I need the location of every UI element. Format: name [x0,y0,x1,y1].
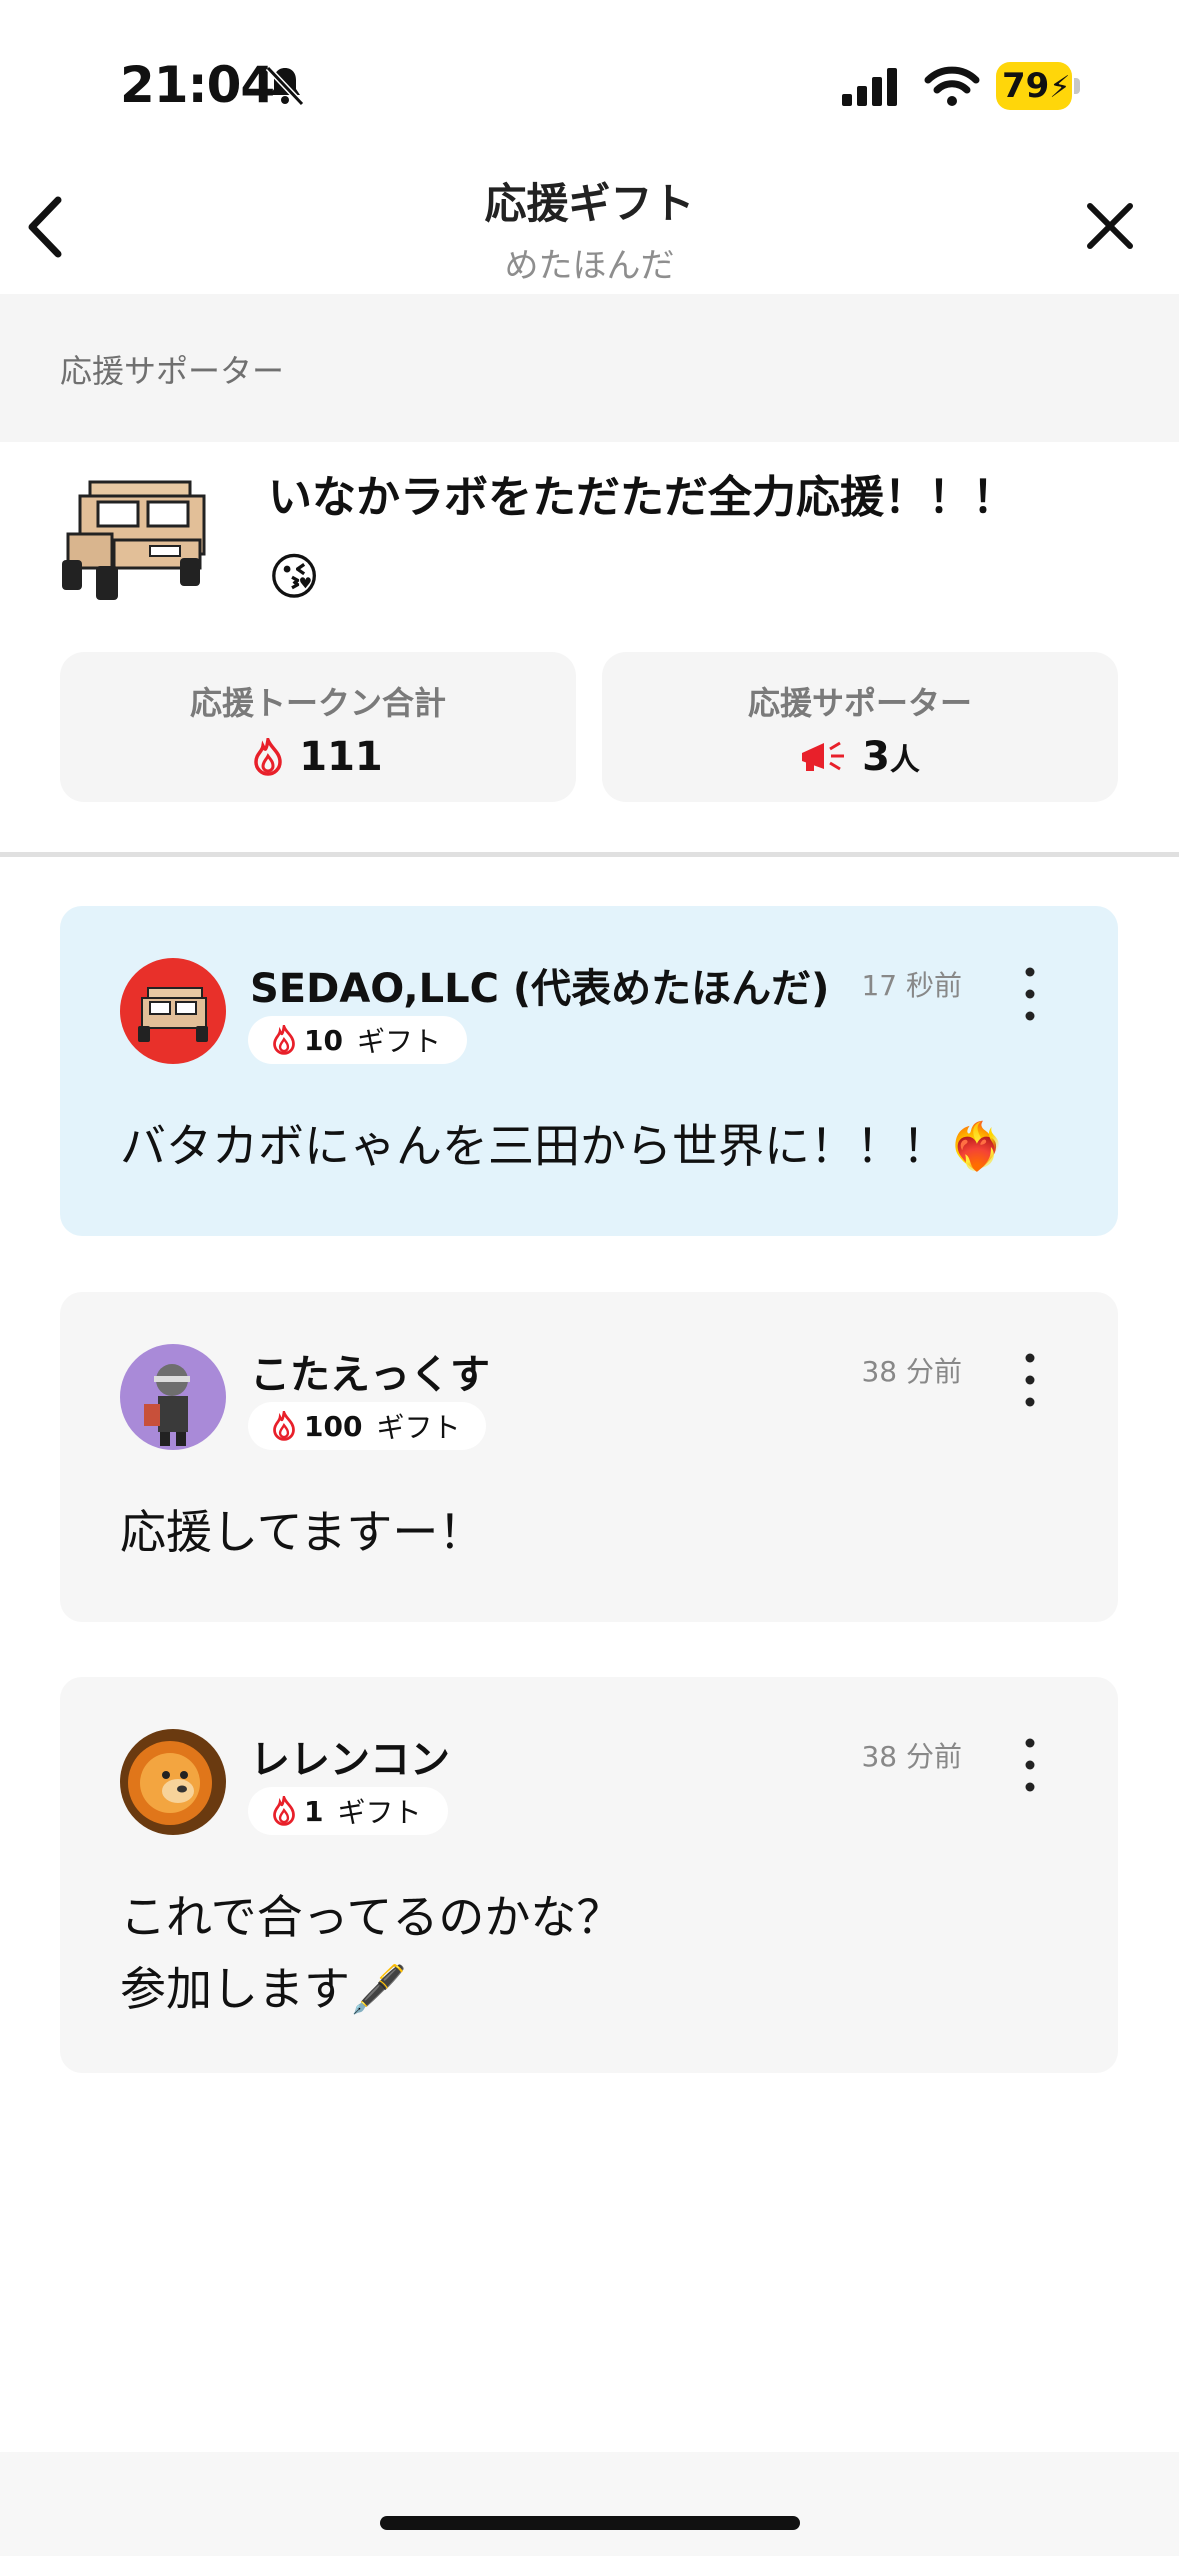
gift-badge: 100 ギフト [248,1402,487,1450]
more-icon[interactable] [1022,1735,1038,1795]
comment-time: 38 分前 [861,1740,962,1773]
lion-avatar[interactable] [120,1729,226,1835]
comment-time: 17 秒前 [861,969,962,1002]
comment-card: こたえっくす 38 分前 100 ギフト 応援してますー！ [60,1292,1118,1622]
stat-card-tokens: 応援トークン合計 111 [60,652,576,802]
close-icon[interactable] [1080,196,1140,256]
gift-label: ギフト [337,1796,422,1829]
commenter-name: レレンコン [250,1737,450,1783]
battery-level: 79 [1002,66,1050,106]
kiss-emoji: 😘 [268,548,321,606]
gift-count: 100 [304,1409,363,1443]
comment-time: 38 分前 [861,1355,962,1388]
comment-message: バタカボにゃんを三田から世界に！！！❤️‍🔥 [120,1119,1006,1173]
battery-indicator: 79⚡ [996,62,1080,110]
megaphone-icon [802,741,845,771]
flame-icon [273,1025,295,1055]
stat-value: 111 [299,734,383,780]
gift-badge: 10 ギフト [248,1016,467,1064]
divider [0,852,1179,857]
stat-label: 応援サポーター [747,684,972,722]
support-message: いなかラボをただただ全力応援！！！ [268,472,1016,523]
stat-label: 応援トークン合計 [189,684,446,722]
jeep-avatar[interactable] [120,958,226,1064]
wifi-icon [924,66,980,106]
gift-count: 10 [304,1023,343,1057]
page-subtitle: めたほんだ [504,246,675,286]
more-icon[interactable] [1022,964,1038,1024]
stat-unit: 人 [889,743,920,778]
bottom-safe-area [0,2452,1179,2556]
comment-message: これで合ってるのかな？ 参加します🖋️ [120,1890,623,2016]
page-title: 応援ギフト [484,179,695,228]
gift-label: ギフト [356,1025,441,1058]
signal-icon [842,68,897,106]
stat-value: 3 [862,734,890,780]
home-indicator[interactable] [380,2516,800,2530]
gift-label: ギフト [376,1411,461,1444]
jeep-image [62,480,206,600]
commenter-name: こたえっくす [250,1352,490,1398]
bell-off-icon [265,65,305,107]
flame-icon [273,1796,295,1826]
flame-icon [254,738,283,776]
comment-card: SEDAO,LLC (代表めたほんだ) 17 秒前 10 ギフト バタカボにゃん… [60,906,1118,1236]
commenter-name: SEDAO,LLC (代表めたほんだ) [250,966,830,1012]
more-icon[interactable] [1022,1350,1038,1410]
gift-count: 1 [304,1794,324,1828]
status-time: 21:04 [120,56,275,114]
section-label: 応援サポーター [60,352,285,390]
character-avatar[interactable] [120,1344,226,1450]
comment-card: レレンコン 38 分前 1 ギフト これで合ってるのかな？ 参加します🖋️ [60,1677,1118,2073]
charging-bolt-icon: ⚡ [1049,70,1071,105]
gift-badge: 1 ギフト [248,1787,448,1835]
comment-message: 応援してますー！ [120,1505,485,1559]
flame-icon [273,1411,295,1441]
stat-card-supporters: 応援サポーター 3人 [602,652,1118,802]
